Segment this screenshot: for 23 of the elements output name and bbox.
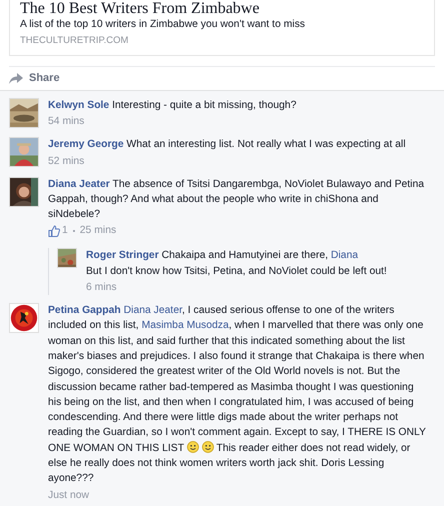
- comment-text: Roger Stringer Chakaipa and Hamutyinei are there, Diana But I don't know how Tsitsi, Petina, and NoViolet could be left out!: [86, 249, 388, 279]
- comment-text: Kelwyn Sole Interesting - quite a bit missing, though?: [48, 99, 298, 113]
- link-description: A list of the top 10 writers in Zimbabwe you won't want to miss: [20, 19, 306, 30]
- author-link[interactable]: Petina Gappah: [48, 305, 121, 316]
- link-card[interactable]: The 10 Best Writers From Zimbabwe A list of the top 10 writers in Zimbabwe you won't want to miss THECULTURETRIP.COM: [9, 0, 435, 56]
- thumbs-up-icon: [48, 225, 60, 238]
- name-link[interactable]: Masimba Musodza: [142, 320, 229, 332]
- author-link[interactable]: Roger Stringer: [86, 250, 159, 262]
- link-title: The 10 Best Writers From Zimbabwe: [20, 0, 260, 17]
- author-link[interactable]: Diana Jeater: [48, 178, 110, 190]
- link-domain: THECULTURETRIP.COM: [20, 35, 130, 46]
- comment-text: Diana Jeater The absence of Tsitsi Dangarembga, NoViolet Bulawayo and Petina Gappah, though? And what about the people who write in chiShona and siNdebele?: [48, 178, 426, 222]
- name-link[interactable]: Diana: [330, 250, 358, 262]
- comment-text: Jeremy George What an interesting list. Not really what I was expecting at all: [48, 138, 407, 152]
- share-link[interactable]: Share: [29, 72, 60, 84]
- smiley-icon: [186, 440, 199, 453]
- author-link[interactable]: Kelwyn Sole: [48, 100, 110, 111]
- like-count: 1: [62, 224, 68, 238]
- name-link[interactable]: Diana Jeater: [124, 305, 182, 316]
- comment-text: Petina Gappah Diana Jeater, I caused serious offense to one of the writers included on this list, Masimba Musodza, when I marvelled that there was only one woman on this list, and said further that this indicated something about the list maker's biases and prejudices. I also found it strange that Chakaipa is there when Sigogo, considered the greatest writer of the Old World novels is not. But the discussion became rather bad-tempered as Masimba thought I was questioning his being on the list, and then when I congratulated him, I was accused of being condescending. And there were little digs made about the writer perhaps not reading the Guardian, so I won't comment again. Except to say, I THERE IS ONLY ONE WOMAN ON THIS LIST This reader either does not read widely, or else he really does not think women writers worth jack shit. Doris Lessing ayone???: [48, 304, 426, 486]
- share-icon: [9, 72, 23, 84]
- smiley-icon: [202, 440, 214, 453]
- author-link[interactable]: Jeremy George: [48, 139, 124, 150]
